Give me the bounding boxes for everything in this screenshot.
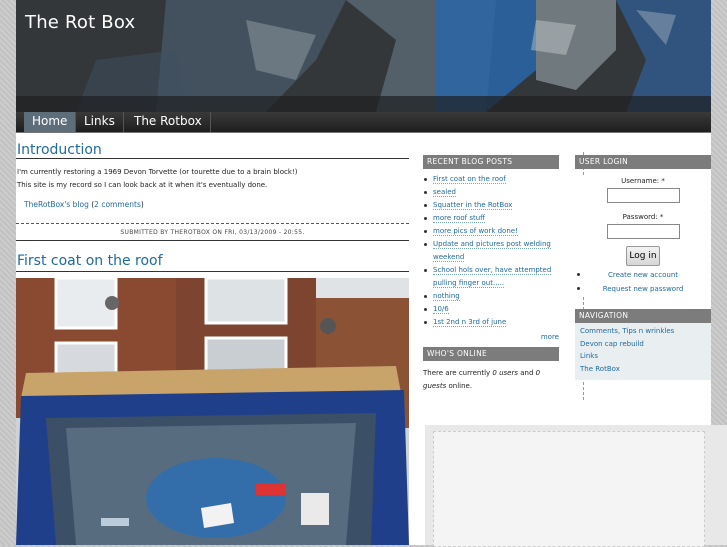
list-item[interactable]: Squatter in the RotBox: [423, 199, 559, 212]
post-photo-van[interactable]: [16, 278, 409, 545]
submitted-by: SUBMITTED BY THEROTBOX ON FRI, 03/13/200…: [120, 229, 305, 236]
list-item[interactable]: sealed: [423, 186, 559, 199]
node-links: TheRotBox's blog (2 comments): [24, 200, 144, 209]
dashed-divider: [16, 223, 409, 224]
username-field[interactable]: [606, 188, 680, 203]
password-field[interactable]: [606, 224, 680, 239]
list-item[interactable]: School hols over, have attempted pulling …: [423, 264, 559, 290]
list-item[interactable]: Update and pictures post welding weekend: [423, 238, 559, 264]
list-item[interactable]: more roof stuff: [423, 212, 559, 225]
recent-blog-posts-title: RECENT BLOG POSTS: [423, 155, 559, 169]
create-account-link[interactable]: Create new account: [575, 268, 711, 282]
divider: [16, 271, 409, 272]
comments-link[interactable]: 2 comments: [94, 200, 141, 209]
list-item[interactable]: 1st 2nd n 3rd of june: [423, 316, 559, 329]
empty-panel: [425, 425, 727, 547]
site-title[interactable]: The Rot Box: [25, 12, 135, 33]
login-button[interactable]: Log in: [626, 246, 660, 266]
whos-online-title: WHO'S ONLINE: [423, 347, 559, 361]
navigation-list: Comments, Tips n wrinkles Devon cap rebu…: [575, 323, 711, 380]
list-item[interactable]: nothing: [423, 290, 559, 303]
navigation-item[interactable]: Links: [575, 350, 711, 363]
username-label: Username: *: [621, 177, 665, 185]
user-login-title: USER LOGIN: [575, 155, 711, 169]
recent-blog-posts-list: First coat on the roof sealed Squatter i…: [423, 173, 559, 329]
list-item[interactable]: First coat on the roof: [423, 173, 559, 186]
intro-paragraph-2: This site is my record so I can look bac…: [17, 181, 268, 189]
request-password-link[interactable]: Request new password: [575, 282, 711, 296]
node-title-first-coat[interactable]: First coat on the roof: [17, 253, 163, 269]
node-title-introduction[interactable]: Introduction: [17, 142, 102, 158]
nav-item-the-rotbox[interactable]: The Rotbox: [126, 112, 211, 132]
site-header: The Rot Box: [16, 0, 711, 112]
navigation-item[interactable]: Devon cap rebuild: [575, 338, 711, 351]
divider: [16, 158, 409, 159]
nav-item-links[interactable]: Links: [76, 112, 124, 132]
empty-panel-inner: [433, 431, 705, 547]
more-link[interactable]: more: [423, 333, 559, 341]
login-form: Username: * Password: * Log in Create ne…: [575, 177, 711, 296]
primary-nav: Home Links The Rotbox: [16, 112, 711, 133]
nav-item-home[interactable]: Home: [24, 112, 77, 132]
intro-paragraph-1: I'm currently restoring a 1969 Devon Tor…: [17, 168, 298, 176]
list-item[interactable]: more pics of work done!: [423, 225, 559, 238]
page: The Rot Box Home Links The Rotbox Introd…: [16, 0, 727, 547]
login-links: Create new account Request new password: [575, 268, 711, 296]
password-label: Password: *: [622, 213, 664, 221]
list-item[interactable]: 10/6: [423, 303, 559, 316]
navigation-item[interactable]: The RotBox: [575, 363, 711, 376]
navigation-title: NAVIGATION: [575, 309, 711, 323]
sidebar-right: USER LOGIN Username: * Password: * Log i…: [575, 155, 711, 380]
sidebar-left: RECENT BLOG POSTS First coat on the roof…: [423, 155, 559, 393]
blog-link[interactable]: TheRotBox's blog: [24, 200, 89, 209]
comments-close-paren: ): [140, 200, 144, 209]
whos-online-text: There are currently 0 users and 0 guests …: [423, 369, 541, 390]
divider: [16, 240, 409, 241]
navigation-item[interactable]: Comments, Tips n wrinkles: [575, 325, 711, 338]
